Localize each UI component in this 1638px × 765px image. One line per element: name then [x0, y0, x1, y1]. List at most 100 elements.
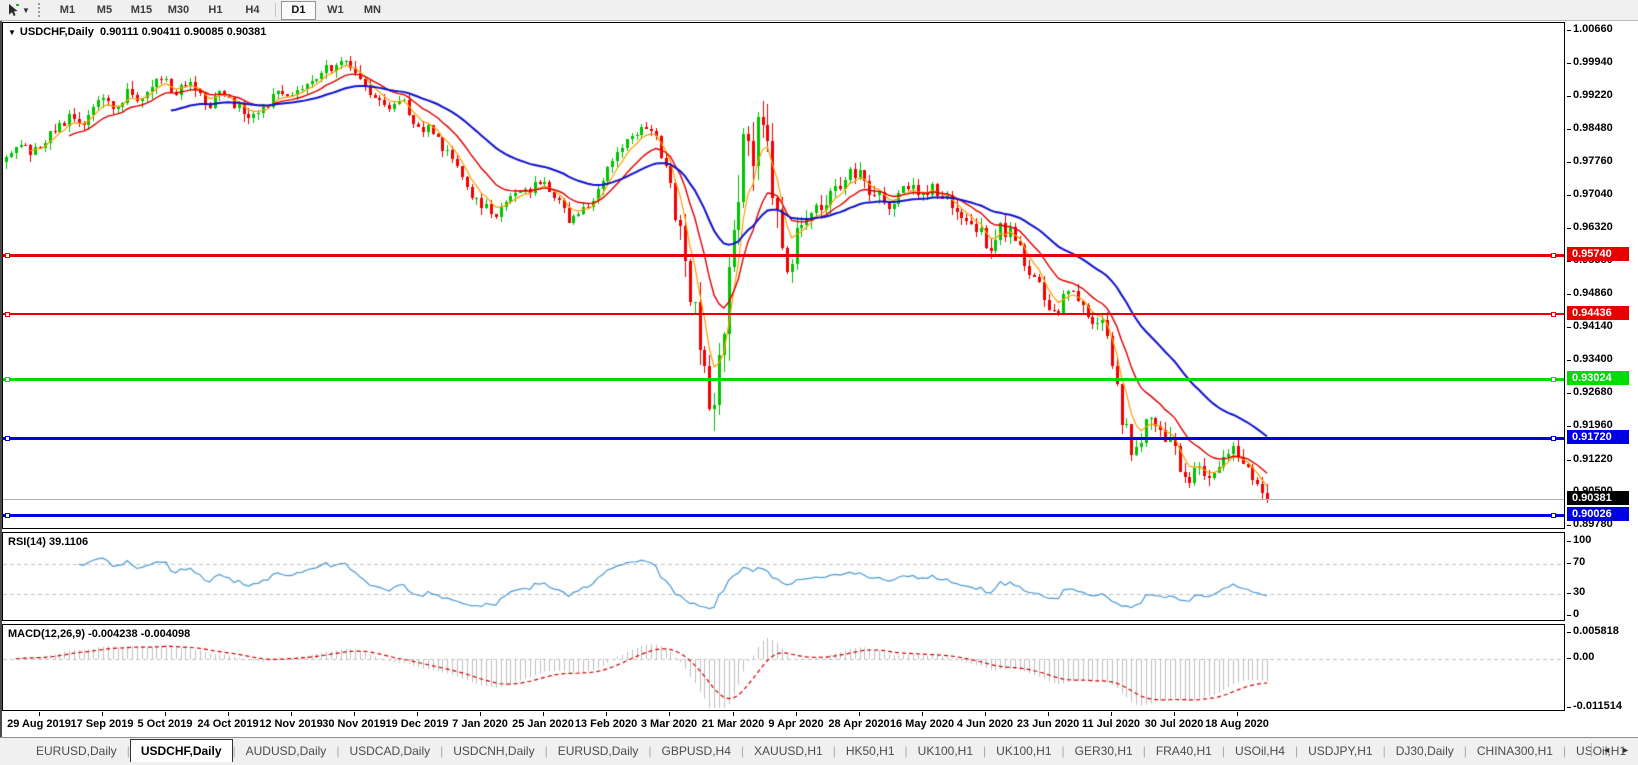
date-tick-mark [1111, 712, 1112, 716]
tab-usdcnh-daily[interactable]: USDCNH,Daily [443, 742, 544, 761]
macd-tick-label: -0.011514 [1573, 700, 1622, 712]
hline-handle-left[interactable] [5, 436, 10, 441]
date-tick-mark [39, 712, 40, 716]
cursor-tool-button[interactable]: ▼ [4, 1, 32, 19]
date-tick-mark [1048, 712, 1049, 716]
tab-usoil-h4[interactable]: USOil,H4 [1225, 742, 1295, 761]
date-label: 12 Nov 2019 [259, 718, 323, 730]
date-tick-mark [733, 712, 734, 716]
current-price-badge: 0.90381 [1567, 491, 1629, 505]
date-label: 28 Apr 2020 [828, 718, 889, 730]
date-tick-mark [985, 712, 986, 716]
price-tick-label: 1.00660 [1573, 23, 1613, 35]
tabs-scroll-left-button[interactable]: ◄ [1602, 745, 1611, 755]
hline-handle-right[interactable] [1551, 436, 1556, 441]
tab-gbpusd-h4[interactable]: GBPUSD,H4 [652, 742, 741, 761]
timeframe-button-h4[interactable]: H4 [235, 1, 270, 20]
tabs-scroll-right-button[interactable]: ► [1621, 745, 1630, 755]
price-tick-label: 0.92680 [1573, 386, 1613, 398]
timeframe-button-m1[interactable]: M1 [50, 1, 85, 20]
date-axis[interactable]: 29 Aug 201917 Sep 20195 Oct 201924 Oct 2… [2, 712, 1565, 735]
date-label: 21 Mar 2020 [702, 718, 764, 730]
candlestick-chart-canvas[interactable] [3, 23, 1564, 528]
rsi-label: RSI(14) 39.1106 [8, 536, 88, 548]
date-label: 29 Aug 2019 [7, 718, 71, 730]
date-tick-mark [228, 712, 229, 716]
chevron-down-icon[interactable]: ▼ [22, 6, 30, 15]
tab-usdchf-daily[interactable]: USDCHF,Daily [130, 739, 233, 762]
current-price-line [3, 499, 1564, 500]
date-tick-mark [102, 712, 103, 716]
rsi-axis[interactable]: 10070300 [1566, 532, 1636, 621]
date-label: 3 Mar 2020 [641, 718, 697, 730]
date-label: 17 Sep 2019 [71, 718, 134, 730]
timeframe-button-d1[interactable]: D1 [281, 1, 316, 20]
timeframe-button-w1[interactable]: W1 [318, 1, 353, 20]
macd-chart-canvas[interactable] [3, 625, 1564, 710]
tab-china300-h1[interactable]: CHINA300,H1 [1467, 742, 1563, 761]
date-tick-mark [796, 712, 797, 716]
hline-handle-left[interactable] [5, 513, 10, 518]
horizontal-line-0.93024[interactable] [3, 378, 1564, 381]
horizontal-line-0.90026[interactable] [3, 514, 1564, 517]
tab-hk50-h1[interactable]: HK50,H1 [836, 742, 905, 761]
horizontal-line-0.91720[interactable] [3, 437, 1564, 440]
date-label: 11 Jul 2020 [1082, 718, 1140, 730]
timeframe-button-h1[interactable]: H1 [198, 1, 233, 20]
tab-eurusd-daily[interactable]: EURUSD,Daily [548, 742, 649, 761]
tab-dj30-daily[interactable]: DJ30,Daily [1386, 742, 1464, 761]
hline-price-badge: 0.95740 [1567, 247, 1629, 261]
tab-usdjpy-h1[interactable]: USDJPY,H1 [1298, 742, 1382, 761]
date-label: 18 Aug 2020 [1205, 718, 1269, 730]
date-label: 30 Nov 2019 [322, 718, 386, 730]
timeframe-button-mn[interactable]: MN [355, 1, 390, 20]
date-tick-mark [606, 712, 607, 716]
hline-handle-left[interactable] [5, 253, 10, 258]
timeframe-button-m30[interactable]: M30 [161, 1, 196, 20]
tab-xauusd-h1[interactable]: XAUUSD,H1 [744, 742, 833, 761]
chart-symbol-label: USDCHF,Daily [20, 26, 94, 38]
mt4-window: ▼ M1M5M15M30H1H4 D1W1MN ▼ USDCHF,Daily 0.9… [0, 0, 1638, 765]
date-label: 25 Jan 2020 [512, 718, 574, 730]
rsi-tick-label: 30 [1573, 586, 1585, 598]
date-tick-mark [354, 712, 355, 716]
horizontal-line-0.95740[interactable] [3, 254, 1564, 257]
toolbar-separator [275, 3, 276, 17]
rsi-chart-canvas[interactable] [3, 533, 1564, 620]
tabs-arrows-separator [1591, 743, 1592, 757]
tab-eurusd-daily[interactable]: EURUSD,Daily [26, 742, 127, 761]
macd-axis[interactable]: 0.0058180.00-0.011514 [1566, 624, 1636, 711]
hline-handle-right[interactable] [1551, 312, 1556, 317]
rsi-tick-label: 100 [1573, 534, 1591, 546]
hline-price-badge: 0.91720 [1567, 430, 1629, 444]
hline-handle-right[interactable] [1551, 253, 1556, 258]
timeframe-button-m15[interactable]: M15 [124, 1, 159, 20]
tab-fra40-h1[interactable]: FRA40,H1 [1146, 742, 1222, 761]
macd-label: MACD(12,26,9) -0.004238 -0.004098 [8, 628, 190, 640]
hline-handle-right[interactable] [1551, 513, 1556, 518]
timeframe-buttons: M1M5M15M30H1H4 D1W1MN [49, 1, 391, 20]
date-tick-mark [669, 712, 670, 716]
collapse-triangle-icon[interactable]: ▼ [8, 28, 16, 37]
macd-tick-label: 0.005818 [1573, 625, 1619, 637]
hline-handle-right[interactable] [1551, 377, 1556, 382]
tab-uk100-h1[interactable]: UK100,H1 [986, 742, 1061, 761]
date-label: 16 May 2020 [890, 718, 954, 730]
tab-usdcad-daily[interactable]: USDCAD,Daily [339, 742, 440, 761]
timeframe-button-m5[interactable]: M5 [87, 1, 122, 20]
toolbar-grip[interactable] [38, 3, 44, 17]
date-label: 30 Jul 2020 [1145, 718, 1204, 730]
price-tick-label: 0.97760 [1573, 155, 1613, 167]
horizontal-line-0.94436[interactable] [3, 313, 1564, 315]
hline-price-badge: 0.94436 [1567, 306, 1629, 320]
hline-handle-left[interactable] [5, 312, 10, 317]
date-label: 7 Jan 2020 [452, 718, 508, 730]
tab-uk100-h1[interactable]: UK100,H1 [908, 742, 983, 761]
hline-handle-left[interactable] [5, 377, 10, 382]
tab-audusd-daily[interactable]: AUDUSD,Daily [236, 742, 337, 761]
tab-ger30-h1[interactable]: GER30,H1 [1065, 742, 1143, 761]
chart-tabs: EURUSD,Daily|USDCHF,Daily|AUDUSD,Daily|U… [26, 738, 1636, 762]
price-axis[interactable]: 1.006600.999400.992200.984800.977600.970… [1566, 22, 1636, 529]
price-tick-label: 0.96320 [1573, 221, 1613, 233]
date-label: 19 Dec 2019 [386, 718, 449, 730]
